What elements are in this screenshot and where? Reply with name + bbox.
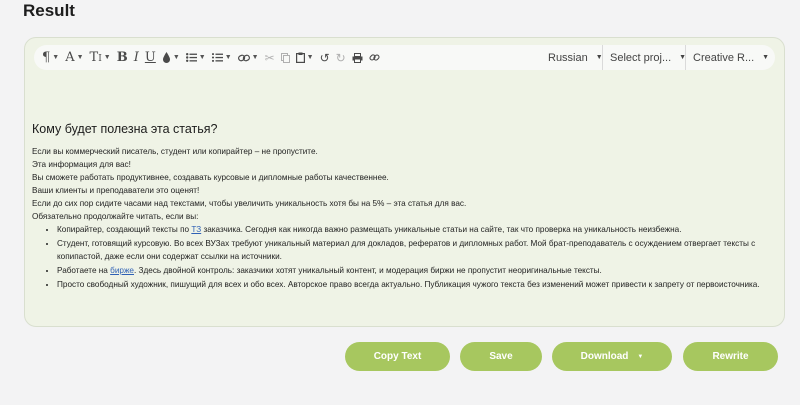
bold-icon: B xyxy=(116,50,128,65)
paragraph-icon: ¶ xyxy=(42,50,51,65)
unlink-button[interactable] xyxy=(369,45,380,70)
color-drop-icon xyxy=(162,52,171,63)
exchange-link[interactable]: бирже xyxy=(110,266,134,275)
editor-panel: ¶ ▼ A ▼ TI ▼ B I U ▼ ▼ ▼ ▼ ✂ ▼ ↺ ↻ Russi… xyxy=(24,37,785,327)
copy-icon xyxy=(280,52,290,63)
chevron-down-icon: ▼ xyxy=(637,353,644,360)
editor-toolbar: ¶ ▼ A ▼ TI ▼ B I U ▼ ▼ ▼ ▼ ✂ ▼ ↺ ↻ Russi… xyxy=(34,45,775,70)
copy-text-button[interactable]: Copy Text xyxy=(345,342,450,371)
numbered-list-dropdown[interactable]: ▼ xyxy=(211,45,232,70)
article-paragraph: Если вы коммерческий писатель, студент и… xyxy=(32,147,318,156)
font-family-icon: A xyxy=(65,50,75,65)
redo-icon: ↻ xyxy=(335,50,346,65)
bullet-list-icon xyxy=(185,53,197,62)
paragraph-format-dropdown[interactable]: ¶ ▼ xyxy=(42,45,59,70)
paste-dropdown[interactable]: ▼ xyxy=(295,45,314,70)
project-select[interactable]: Select proj... ▼ xyxy=(602,45,686,70)
text-color-dropdown[interactable]: ▼ xyxy=(162,45,180,70)
chevron-down-icon: ▼ xyxy=(172,54,180,61)
undo-button[interactable]: ↺ xyxy=(320,45,330,70)
article-paragraph: Ваши клиенты и преподаватели это оценят! xyxy=(32,186,200,195)
italic-button[interactable]: I xyxy=(134,45,139,70)
underline-button[interactable]: U xyxy=(145,45,156,70)
chevron-down-icon: ▼ xyxy=(762,54,770,61)
chevron-down-icon: ▼ xyxy=(251,54,259,61)
chevron-down-icon: ▼ xyxy=(224,54,232,61)
article-heading: Кому будет полезна эта статья? xyxy=(32,122,218,136)
chevron-down-icon: ▼ xyxy=(198,54,206,61)
font-size-icon: TI xyxy=(89,50,102,65)
article-bullet-list: Копирайтер, создающий тексты по ТЗ заказ… xyxy=(57,223,777,291)
underline-icon: U xyxy=(144,50,156,65)
cut-button[interactable]: ✂ xyxy=(265,45,275,70)
font-family-dropdown[interactable]: A ▼ xyxy=(65,45,83,70)
numbered-list-icon xyxy=(211,53,223,62)
print-button[interactable] xyxy=(352,45,363,70)
article-paragraph: Если до сих пор сидите часами над текста… xyxy=(32,199,467,208)
copy-button[interactable] xyxy=(280,45,290,70)
mode-select[interactable]: Creative R... ▼ xyxy=(685,45,769,70)
font-size-dropdown[interactable]: TI ▼ xyxy=(90,45,111,70)
save-button[interactable]: Save xyxy=(460,342,542,371)
project-select-value: Select proj... xyxy=(610,51,672,64)
language-select-value: Russian xyxy=(548,51,588,64)
bold-button[interactable]: B xyxy=(117,45,128,70)
scissors-icon: ✂ xyxy=(264,50,275,65)
language-select[interactable]: Russian ▼ xyxy=(548,45,603,70)
list-item: Студент, готовящий курсовую. Во всех ВУЗ… xyxy=(57,237,777,263)
rewrite-button[interactable]: Rewrite xyxy=(683,342,778,371)
bullet-list-dropdown[interactable]: ▼ xyxy=(185,45,206,70)
link-icon xyxy=(237,54,250,62)
download-button[interactable]: Download ▼ xyxy=(552,342,672,371)
tz-link[interactable]: ТЗ xyxy=(191,225,201,234)
list-item: Копирайтер, создающий тексты по ТЗ заказ… xyxy=(57,223,777,236)
printer-icon xyxy=(352,52,363,63)
clipboard-icon xyxy=(295,52,305,63)
chevron-down-icon: ▼ xyxy=(76,54,84,61)
mode-select-value: Creative R... xyxy=(693,51,755,64)
redo-button[interactable]: ↻ xyxy=(336,45,346,70)
chain-link-icon xyxy=(369,52,380,63)
list-item: Просто свободный художник, пишущий для в… xyxy=(57,278,777,291)
article-paragraph: Эта информация для вас! xyxy=(32,160,131,169)
undo-icon: ↺ xyxy=(319,50,330,65)
list-item: Работаете на бирже. Здесь двойной контро… xyxy=(57,264,777,277)
chevron-down-icon: ▼ xyxy=(103,54,111,61)
result-heading: Result xyxy=(23,1,75,20)
chevron-down-icon: ▼ xyxy=(306,54,314,61)
editor-content[interactable]: Кому будет полезна эта статья? Если вы к… xyxy=(32,122,777,292)
italic-icon: I xyxy=(133,50,139,65)
insert-link-dropdown[interactable]: ▼ xyxy=(237,45,259,70)
article-paragraph: Вы сможете работать продуктивнее, создав… xyxy=(32,173,389,182)
article-paragraph: Обязательно продолжайте читать, если вы: xyxy=(32,212,199,221)
chevron-down-icon: ▼ xyxy=(52,54,60,61)
